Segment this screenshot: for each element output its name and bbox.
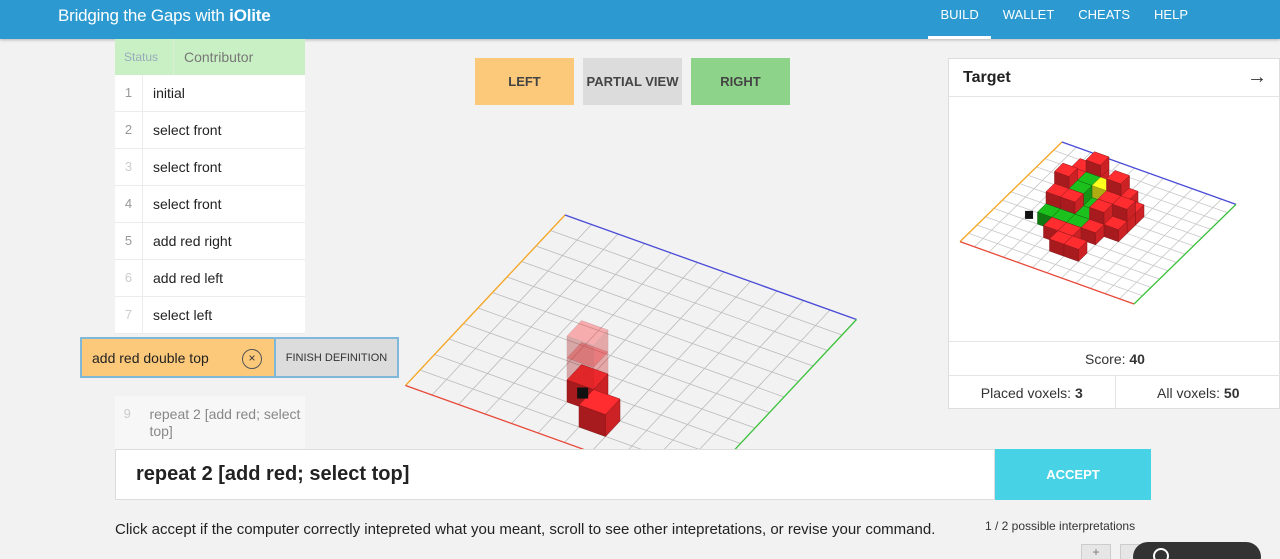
history-row[interactable]: 1 initial (115, 75, 305, 112)
chat-button[interactable] (1133, 542, 1261, 559)
history-row[interactable]: 4 select front (115, 186, 305, 223)
top-navbar: Bridging the Gaps with iOlite BUILD WALL… (0, 0, 1280, 39)
partial-view-button[interactable]: PARTIAL VIEW (583, 58, 682, 105)
row-command: add red left (153, 270, 224, 286)
row-command: select front (153, 122, 222, 138)
interpretation-count: 1 / 2 possible interpretations (985, 519, 1136, 533)
target-header: Target → (949, 59, 1279, 97)
target-voxel-scene (959, 141, 1237, 305)
nav-wallet[interactable]: WALLET (991, 0, 1067, 39)
row-number: 2 (115, 112, 143, 148)
score-label: Score: (1085, 351, 1130, 367)
placed-voxels: Placed voxels: 3 (949, 376, 1116, 409)
history-row[interactable]: 7 select left (115, 297, 305, 334)
history-row[interactable]: 5 add red right (115, 223, 305, 260)
row-number: 3 (115, 149, 143, 185)
command-input[interactable]: repeat 2 [add red; select top] (115, 449, 995, 500)
axis-edge-green (733, 319, 857, 450)
accept-button[interactable]: ACCEPT (995, 449, 1151, 500)
placed-voxels-label: Placed voxels: (980, 385, 1075, 401)
plus-button[interactable]: + (1081, 544, 1111, 559)
chat-icon (1153, 548, 1169, 559)
score-value: 40 (1129, 351, 1145, 367)
definition-name[interactable]: add red double top × (82, 339, 274, 376)
nav-build[interactable]: BUILD (928, 0, 992, 39)
row-number: 5 (115, 223, 143, 259)
grid-line (627, 290, 778, 450)
history-row[interactable]: 6 add red left (115, 260, 305, 297)
row-number: 4 (115, 186, 143, 222)
target-panel: Target → Score: 40 Placed voxels: 3 All … (948, 58, 1280, 409)
row-number: 1 (115, 75, 143, 111)
grid-line (484, 243, 645, 415)
row-command: select front (153, 196, 222, 212)
close-icon[interactable]: × (242, 349, 262, 369)
row-command: initial (153, 85, 185, 101)
row-number: 9 (123, 406, 131, 421)
voxel-scene[interactable] (385, 205, 870, 450)
help-text: Click accept if the computer correctly i… (115, 521, 936, 538)
axis-edge-blue (564, 214, 857, 321)
voxel-counts: Placed voxels: 3 All voxels: 50 (949, 375, 1280, 409)
axis-edge-green (1133, 203, 1237, 305)
history-row[interactable]: 3 select front (115, 149, 305, 186)
definition-bar: add red double top × FINISH DEFINITION (80, 337, 399, 378)
selection-marker (577, 387, 589, 399)
nav-help[interactable]: HELP (1142, 0, 1200, 39)
nav-cheats[interactable]: CHEATS (1066, 0, 1142, 39)
row-command: add red right (153, 233, 232, 249)
all-voxels-label: All voxels: (1157, 385, 1224, 401)
placed-voxels-value: 3 (1074, 385, 1083, 401)
history-panel: Status Contributor 1 initial 2 select fron… (115, 39, 305, 334)
row-command: select front (153, 159, 222, 175)
axis-edge-orange (405, 214, 566, 386)
grid-line (477, 307, 770, 413)
history-row[interactable]: 2 select front (115, 112, 305, 149)
row-command: repeat 2 [add red; select top] (149, 406, 301, 439)
row-number: 6 (115, 260, 143, 296)
grid-line (550, 230, 843, 336)
row-command: select left (153, 307, 213, 323)
finish-definition-button[interactable]: FINISH DEFINITION (274, 339, 397, 376)
brand-title[interactable]: Bridging the Gaps with iOlite (58, 6, 271, 26)
grid-line (733, 319, 857, 450)
target-marker (1025, 210, 1034, 219)
row-number: 7 (115, 297, 143, 333)
all-voxels-value: 50 (1223, 385, 1240, 401)
pending-history-row[interactable]: 9 repeat 2 [add red; select top] (115, 396, 305, 450)
history-header: Status Contributor (115, 39, 305, 75)
right-view-button[interactable]: RIGHT (691, 58, 790, 105)
all-voxels: All voxels: 50 (1116, 376, 1280, 409)
grid-line (492, 292, 785, 398)
arrow-right-icon[interactable]: → (1247, 66, 1267, 89)
grid-line (405, 385, 587, 450)
grid-line (521, 261, 814, 367)
grid-line (506, 276, 799, 382)
main-nav: BUILD WALLET CHEATS HELP (928, 0, 1200, 39)
axis-edge-red (959, 240, 1135, 305)
axis-edge-red (405, 384, 588, 450)
target-title: Target (963, 68, 1011, 86)
contributor-column-header: Contributor (184, 49, 254, 65)
score-display: Score: 40 (949, 341, 1280, 375)
definition-label: add red double top (92, 349, 209, 366)
status-column-header: Status (115, 39, 174, 75)
grid-line (698, 309, 831, 450)
left-view-button[interactable]: LEFT (475, 58, 574, 105)
